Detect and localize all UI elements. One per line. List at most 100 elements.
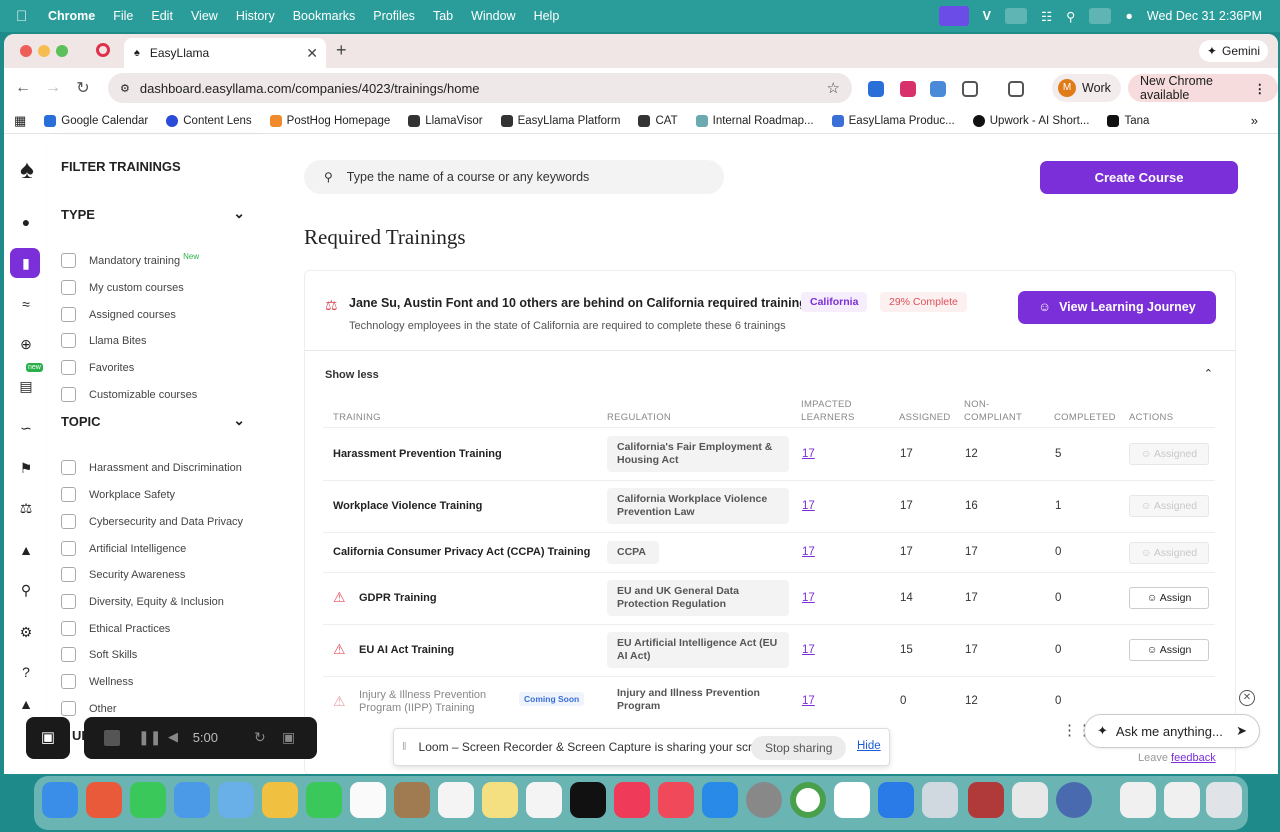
help-icon[interactable]: ? <box>17 663 35 681</box>
chrome-icon[interactable] <box>790 782 826 818</box>
calendar-extension-icon[interactable] <box>930 81 946 97</box>
forward-icon[interactable]: → <box>38 79 68 97</box>
news-icon[interactable] <box>658 782 694 818</box>
filter-workplace-safety[interactable]: Workplace Safety <box>61 487 175 502</box>
back-icon[interactable]: ← <box>8 79 38 97</box>
profile-button[interactable]: M Work <box>1052 74 1121 102</box>
filter-harassment[interactable]: Harassment and Discrimination <box>61 460 242 475</box>
menu-history[interactable]: History <box>236 9 275 23</box>
menu-view[interactable]: View <box>191 9 218 23</box>
graduation-cap-icon[interactable]: ▲ <box>17 695 35 713</box>
send-icon[interactable]: ➤ <box>1236 723 1247 739</box>
book-icon[interactable]: ▮ <box>17 254 35 272</box>
filter-ai[interactable]: Artificial Intelligence <box>61 541 186 556</box>
control-center-icon[interactable] <box>1089 8 1112 24</box>
impacted-link[interactable]: 17 <box>802 500 815 512</box>
ask-assistant-input[interactable]: ✦ Ask me anything... ➤ <box>1084 714 1260 748</box>
bookmarks-overflow-icon[interactable]: » <box>1251 113 1258 128</box>
impacted-link[interactable]: 17 <box>802 592 815 604</box>
filter-soft-skills[interactable]: Soft Skills <box>61 647 137 662</box>
training-name[interactable]: Workplace Violence Training <box>333 500 482 512</box>
dictionary-icon[interactable] <box>968 782 1004 818</box>
checkbox[interactable] <box>61 541 76 556</box>
record-icon[interactable] <box>96 43 110 57</box>
documents-stack-icon[interactable] <box>1164 782 1200 818</box>
mail-icon[interactable] <box>174 782 210 818</box>
app-store-icon[interactable] <box>702 782 738 818</box>
maps-icon[interactable] <box>218 782 254 818</box>
menu-profiles[interactable]: Profiles <box>373 9 415 23</box>
close-assistant-icon[interactable]: ✕ <box>1239 690 1255 706</box>
menubar-datetime[interactable]: Wed Dec 31 2:36PM <box>1147 9 1262 23</box>
route-icon[interactable]: ∽ <box>17 419 35 437</box>
training-name[interactable]: EU AI Act Training <box>359 644 454 656</box>
checkbox[interactable] <box>61 360 76 375</box>
calendar-icon[interactable] <box>350 782 386 818</box>
extension-icon[interactable] <box>868 81 884 97</box>
assign-button[interactable]: ☺ Assign <box>1129 587 1209 609</box>
assigned-button[interactable]: ☺ Assigned <box>1129 542 1209 564</box>
preview-icon[interactable] <box>922 782 958 818</box>
bookmark-llamavisor[interactable]: LlamaVisor <box>408 114 483 127</box>
trash-icon[interactable]: ▣ <box>282 729 295 746</box>
bookmark-internal-roadmap[interactable]: Internal Roadmap... <box>695 114 814 127</box>
zoom-window-button[interactable] <box>56 45 68 57</box>
quicktime-icon[interactable] <box>1056 782 1092 818</box>
menu-app[interactable]: Chrome <box>48 9 95 23</box>
close-window-button[interactable] <box>20 45 32 57</box>
view-learning-journey-button[interactable]: ☺ View Learning Journey <box>1018 291 1216 324</box>
assigned-button[interactable]: ☺ Assigned <box>1129 495 1209 517</box>
impacted-link[interactable]: 17 <box>802 546 815 558</box>
cast-icon[interactable] <box>1008 81 1024 97</box>
new-tab-icon[interactable]: + <box>336 40 347 61</box>
kebab-menu-icon[interactable]: ⋮ <box>1254 81 1267 96</box>
training-name[interactable]: GDPR Training <box>359 592 437 604</box>
bookmark-easyllama-platform[interactable]: EasyLlama Platform <box>500 114 620 127</box>
checkbox[interactable] <box>61 307 76 322</box>
checkbox[interactable] <box>61 387 76 402</box>
wifi-icon[interactable]: ☷ <box>1041 9 1052 24</box>
chevron-down-icon[interactable]: ⌄ <box>233 205 245 222</box>
assign-button[interactable]: ☺ Assign <box>1129 639 1209 661</box>
filter-customizable-courses[interactable]: Customizable courses <box>61 387 197 402</box>
footprints-icon[interactable]: ≈ <box>17 295 35 313</box>
checkbox[interactable] <box>61 333 76 348</box>
filter-my-custom-courses[interactable]: My custom courses <box>61 280 184 295</box>
launchpad-icon[interactable] <box>86 782 122 818</box>
filter-mandatory-training[interactable]: Mandatory training New <box>61 252 199 268</box>
menu-help[interactable]: Help <box>534 9 560 23</box>
impacted-link[interactable]: 17 <box>802 644 815 656</box>
music-icon[interactable] <box>614 782 650 818</box>
type-filter-header[interactable]: TYPE ⌄ <box>61 205 245 222</box>
topic-filter-header[interactable]: TOPIC ⌄ <box>61 412 245 429</box>
notes-icon[interactable] <box>482 782 518 818</box>
bookmark-content-lens[interactable]: Content Lens <box>166 114 252 127</box>
freeform-icon[interactable] <box>526 782 562 818</box>
create-course-button[interactable]: Create Course <box>1040 161 1238 194</box>
checkbox[interactable] <box>61 567 76 582</box>
siri-icon[interactable]: ● <box>1125 9 1133 23</box>
vectorize-icon[interactable]: V <box>983 9 991 23</box>
spotlight-icon[interactable]: ⚲ <box>1066 9 1075 24</box>
llama-logo-icon[interactable]: ♠ <box>14 149 40 189</box>
close-tab-icon[interactable]: ✕ <box>306 45 318 62</box>
url-text[interactable]: dashboard.easyllama.com/companies/4023/t… <box>140 81 480 96</box>
checkbox[interactable] <box>61 701 76 716</box>
checkbox[interactable] <box>61 594 76 609</box>
impacted-link[interactable]: 17 <box>802 695 815 707</box>
facetime-icon[interactable] <box>306 782 342 818</box>
bookmark-upwork[interactable]: Upwork - AI Short... <box>972 114 1089 127</box>
hide-banner-link[interactable]: Hide <box>857 740 881 752</box>
extension-dollar-icon[interactable] <box>900 81 916 97</box>
filter-llama-bites[interactable]: Llama Bites <box>61 333 146 348</box>
trash-icon[interactable] <box>1206 782 1242 818</box>
user-icon[interactable]: ● <box>17 213 35 231</box>
training-name[interactable]: Injury & Illness Prevention Program (IIP… <box>359 689 499 715</box>
menu-bookmarks[interactable]: Bookmarks <box>293 9 356 23</box>
zoom-icon[interactable] <box>878 782 914 818</box>
checkbox[interactable] <box>61 621 76 636</box>
system-settings-icon[interactable] <box>746 782 782 818</box>
chevron-up-icon[interactable]: ⌃ <box>1204 367 1213 380</box>
menu-file[interactable]: File <box>113 9 133 23</box>
settings-icon[interactable]: ⚙ <box>17 623 35 641</box>
